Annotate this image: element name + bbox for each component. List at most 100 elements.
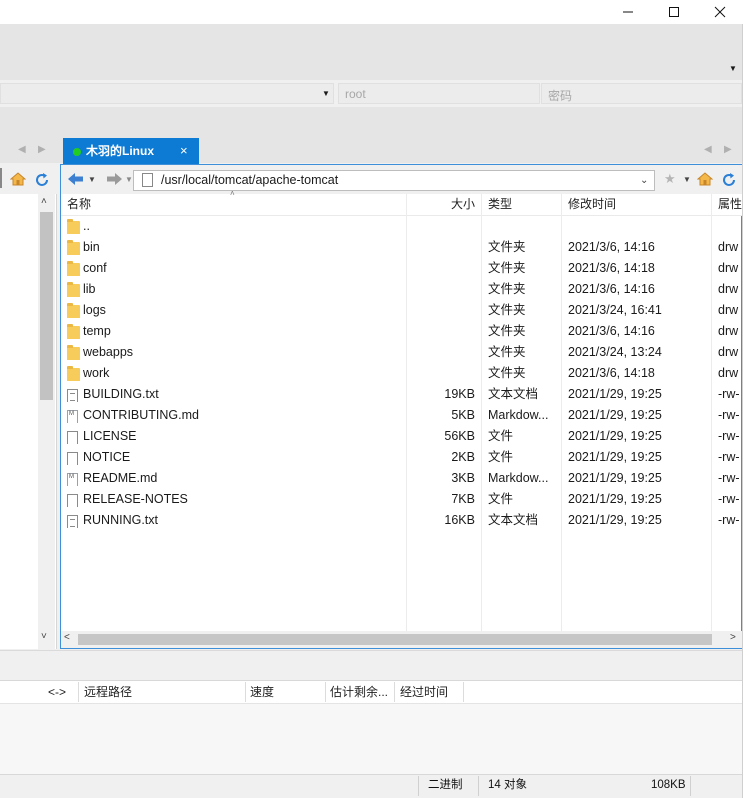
status-divider	[418, 776, 419, 796]
host-dropdown-icon[interactable]: ▼	[322, 89, 330, 98]
tabs-prev-icon[interactable]: ◀	[704, 144, 712, 155]
forward-history-dropdown-icon[interactable]: ▼	[125, 175, 133, 184]
column-header-size[interactable]: 大小	[420, 194, 475, 216]
column-header-remote-path[interactable]: 远程路径	[84, 680, 132, 704]
close-button[interactable]	[697, 0, 743, 24]
file-row[interactable]: NOTICE 2KB 文件 2021/1/29, 19:25 -rw-	[61, 447, 742, 468]
local-scroll-down-icon[interactable]: ˅	[41, 631, 47, 642]
file-row[interactable]: logs 文件夹 2021/3/24, 16:41 drw	[61, 300, 742, 321]
column-divider	[325, 682, 326, 702]
back-arrow-icon	[68, 173, 83, 185]
file-name: lib	[83, 282, 96, 296]
toolbar-overflow-icon[interactable]: ▼	[729, 64, 737, 73]
file-modified: 2021/1/29, 19:25	[568, 492, 662, 506]
column-divider	[463, 682, 464, 702]
file-name: LICENSE	[83, 429, 137, 443]
column-divider	[245, 682, 246, 702]
file-type	[488, 216, 560, 237]
transfer-toolbar	[0, 650, 742, 680]
remote-home-icon[interactable]	[696, 172, 714, 186]
file-attributes: drw	[718, 303, 739, 317]
file-row[interactable]: temp 文件夹 2021/3/6, 14:16 drw	[61, 321, 742, 342]
bookmark-dropdown-icon[interactable]: ▼	[683, 175, 691, 184]
local-home-icon[interactable]	[9, 172, 27, 186]
file-row[interactable]: RELEASE-NOTES 7KB 文件 2021/1/29, 19:25 -rw-	[61, 489, 742, 510]
file-row[interactable]: webapps 文件夹 2021/3/24, 13:24 drw	[61, 342, 742, 363]
file-modified: 2021/3/6, 14:16	[568, 240, 655, 254]
status-divider	[690, 776, 691, 796]
file-modified: 2021/1/29, 19:25	[568, 387, 662, 401]
status-divider	[478, 776, 479, 796]
file-row[interactable]: work 文件夹 2021/3/6, 14:18 drw	[61, 363, 742, 384]
back-button[interactable]	[66, 171, 86, 187]
folder-icon	[67, 261, 81, 276]
file-row[interactable]: bin 文件夹 2021/3/6, 14:16 drw	[61, 237, 742, 258]
file-modified: 2021/1/29, 19:25	[568, 471, 662, 485]
folder-icon	[67, 240, 81, 255]
file-row[interactable]: RUNNING.txt 16KB 文本文档 2021/1/29, 19:25 -rw-	[61, 510, 742, 531]
file-attributes: -rw-	[718, 492, 740, 506]
left-tabs-next-icon[interactable]: ▶	[38, 144, 46, 155]
left-tabs-prev-icon[interactable]: ◀	[18, 144, 26, 155]
minimize-button[interactable]	[605, 0, 651, 24]
file-attributes: drw	[718, 261, 739, 275]
file-row[interactable]: BUILDING.txt 19KB 文本文档 2021/1/29, 19:25 -rw-	[61, 384, 742, 405]
password-field[interactable]: 密码	[541, 83, 742, 104]
file-attributes: -rw-	[718, 513, 740, 527]
file-row[interactable]: CONTRIBUTING.md 5KB Markdow... 2021/1/29, 1…	[61, 405, 742, 426]
scroll-left-icon[interactable]: <	[64, 632, 70, 643]
transfer-mode[interactable]: 二进制	[428, 774, 463, 798]
column-header-modified[interactable]: 修改时间	[568, 194, 616, 216]
column-header-elapsed[interactable]: 经过时间	[400, 680, 448, 704]
file-row[interactable]: lib 文件夹 2021/3/6, 14:16 drw	[61, 279, 742, 300]
file-size	[407, 237, 475, 258]
file-row[interactable]: README.md 3KB Markdow... 2021/1/29, 19:25 -r…	[61, 468, 742, 489]
maximize-button[interactable]	[651, 0, 697, 24]
transfer-queue-list[interactable]	[0, 704, 742, 774]
forward-button[interactable]	[104, 171, 124, 187]
password-placeholder: 密码	[548, 89, 573, 103]
column-header-remaining[interactable]: 估计剩余...	[330, 680, 388, 704]
bookmark-star-icon[interactable]: ★	[664, 171, 676, 187]
file-row[interactable]: LICENSE 56KB 文件 2021/1/29, 19:25 -rw-	[61, 426, 742, 447]
file-row[interactable]: ..	[61, 216, 742, 237]
column-header-name[interactable]: 名称	[67, 194, 91, 216]
column-header-attributes[interactable]: 属性	[718, 194, 742, 216]
file-name: NOTICE	[83, 450, 131, 464]
tab-close-icon[interactable]: ×	[180, 138, 188, 164]
path-dropdown-icon[interactable]: ⌄	[640, 170, 648, 191]
maximize-icon	[669, 7, 679, 17]
status-bar	[0, 774, 742, 798]
host-field[interactable]	[0, 83, 334, 104]
file-modified: 2021/3/6, 14:18	[568, 261, 655, 275]
scroll-right-icon[interactable]: >	[730, 632, 736, 643]
file-icon	[67, 492, 81, 507]
folder-icon	[67, 345, 81, 360]
text-file-icon	[67, 387, 81, 402]
file-size	[407, 216, 475, 237]
total-size: 108KB	[651, 779, 686, 791]
local-scroll-thumb[interactable]	[40, 212, 53, 400]
remote-refresh-icon[interactable]	[721, 172, 737, 188]
local-refresh-icon[interactable]	[34, 172, 50, 188]
file-modified: 2021/3/6, 14:16	[568, 324, 655, 338]
local-scroll-up-icon[interactable]: ˄	[41, 196, 47, 207]
file-size	[407, 258, 475, 279]
username-field[interactable]: root	[338, 83, 540, 104]
back-history-dropdown-icon[interactable]: ▼	[88, 175, 96, 184]
file-modified: 2021/3/6, 14:18	[568, 366, 655, 380]
file-modified: 2021/1/29, 19:25	[568, 429, 662, 443]
file-type: 文件夹	[488, 240, 526, 254]
minimize-icon	[623, 11, 633, 13]
column-header-type[interactable]: 类型	[488, 194, 512, 216]
folder-icon	[67, 366, 81, 381]
column-header-speed[interactable]: 速度	[250, 680, 274, 704]
file-row[interactable]: conf 文件夹 2021/3/6, 14:18 drw	[61, 258, 742, 279]
column-header-direction[interactable]: <->	[48, 680, 66, 704]
file-attributes	[718, 216, 748, 237]
remote-scroll-thumb[interactable]	[78, 634, 712, 645]
file-attributes: drw	[718, 282, 739, 296]
file-modified: 2021/1/29, 19:25	[568, 450, 662, 464]
tabs-next-icon[interactable]: ▶	[724, 144, 732, 155]
file-type: 文件夹	[488, 345, 526, 359]
